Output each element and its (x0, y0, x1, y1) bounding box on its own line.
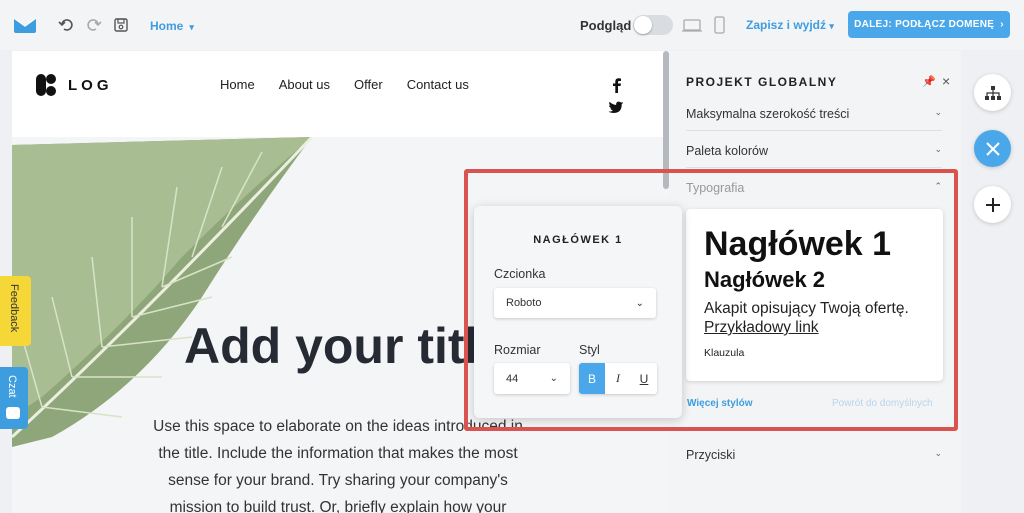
pin-icon[interactable]: 📌 (922, 75, 936, 88)
preview-toggle[interactable] (633, 15, 673, 35)
accordion-buttons-label: Przyciski (686, 448, 736, 462)
close-icon (985, 141, 1000, 156)
chat-bubble-icon (6, 407, 20, 419)
site-brand[interactable]: LOG (34, 73, 113, 97)
chat-label: Czat (6, 375, 18, 398)
accordion-palette[interactable]: Paleta kolorów ⌄ (686, 144, 942, 158)
add-element-button[interactable] (974, 186, 1011, 223)
undo-icon[interactable] (58, 16, 76, 34)
panel-title: PROJEKT GLOBALNY (686, 75, 838, 89)
toggle-knob (634, 16, 652, 34)
accordion-palette-label: Paleta kolorów (686, 144, 768, 158)
desktop-view-icon[interactable] (682, 16, 702, 34)
accordion-max-width-label: Maksymalna szerokość treści (686, 107, 850, 121)
nav-item-offer[interactable]: Offer (354, 77, 383, 92)
connect-domain-label: DALEJ: PODŁĄCZ DOMENĘ (854, 19, 995, 30)
preview-label: Podgląd (580, 18, 632, 33)
brand-name: LOG (68, 76, 113, 94)
accordion-max-width[interactable]: Maksymalna szerokość treści ⌄ (686, 107, 942, 121)
social-links (608, 77, 628, 115)
nav-item-about[interactable]: About us (279, 77, 330, 92)
close-icon[interactable]: × (942, 73, 950, 89)
feedback-label: Feedback (8, 284, 20, 333)
chevron-down-icon: ⌄ (934, 107, 942, 117)
brand-logo-icon (36, 74, 56, 96)
save-exit-menu[interactable]: Zapisz i wyjdź ▾ (746, 18, 834, 32)
leaf-image (12, 137, 314, 447)
twitter-icon[interactable] (608, 101, 624, 115)
top-toolbar: Home ▾ Podgląd Zapisz i wyjdź ▾ DALEJ: PO… (0, 0, 1024, 50)
sitemap-icon (984, 85, 1001, 100)
site-nav: Home About us Offer Contact us (220, 77, 469, 92)
facebook-icon[interactable] (610, 77, 624, 93)
chevron-right-icon: › (1000, 19, 1004, 30)
highlight-annotation-box (464, 169, 958, 431)
chevron-down-icon: ▾ (829, 21, 834, 31)
connect-domain-button[interactable]: DALEJ: PODŁĄCZ DOMENĘ › (848, 11, 1010, 38)
chevron-down-icon: ▾ (189, 22, 194, 32)
accordion-buttons[interactable]: Przyciski ⌄ (686, 448, 942, 462)
mobile-view-icon[interactable] (710, 16, 728, 34)
save-disk-icon[interactable] (112, 16, 130, 34)
chevron-down-icon: ⌄ (934, 144, 942, 154)
feedback-tab[interactable]: Feedback (0, 276, 31, 346)
chat-tab[interactable]: Czat (0, 367, 28, 429)
page-select-label: Home (150, 19, 184, 33)
site-header[interactable]: LOG Home About us Offer Contact us (12, 51, 669, 137)
divider (686, 130, 942, 131)
save-exit-label: Zapisz i wyjdź (746, 18, 827, 32)
nav-item-home[interactable]: Home (220, 77, 255, 92)
sitemap-button[interactable] (974, 74, 1011, 111)
nav-item-contact[interactable]: Contact us (407, 77, 469, 92)
hero-title[interactable]: Add your title (184, 317, 506, 375)
page-select[interactable]: Home ▾ (150, 19, 194, 33)
chevron-down-icon: ⌄ (934, 448, 942, 458)
mail-logo-icon[interactable] (12, 14, 38, 34)
redo-icon[interactable] (84, 16, 102, 34)
plus-icon (985, 197, 1000, 212)
right-action-bar (961, 51, 1024, 513)
close-panel-button[interactable] (974, 130, 1011, 167)
divider (686, 167, 942, 168)
